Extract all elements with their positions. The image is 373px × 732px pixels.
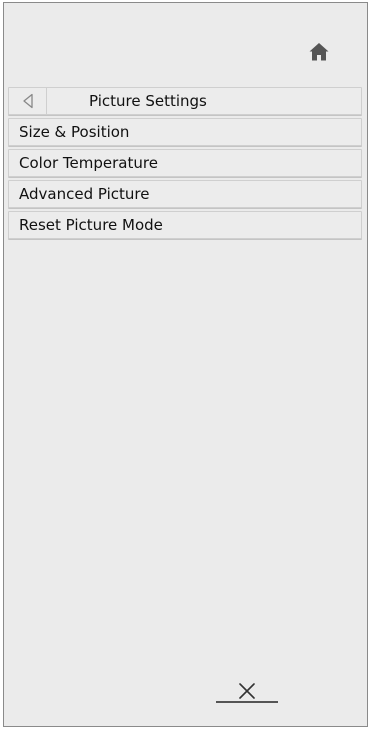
home-icon bbox=[309, 43, 329, 61]
settings-menu: Picture Settings Size & Position Color T… bbox=[8, 87, 362, 242]
menu-item-reset-picture-mode[interactable]: Reset Picture Mode bbox=[8, 211, 362, 239]
settings-panel: Picture Settings Size & Position Color T… bbox=[3, 2, 368, 727]
menu-item-label: Reset Picture Mode bbox=[19, 216, 163, 234]
back-triangle-icon bbox=[22, 93, 33, 109]
close-icon bbox=[239, 683, 255, 699]
menu-item-label: Size & Position bbox=[19, 123, 130, 141]
home-button[interactable] bbox=[306, 41, 332, 63]
back-button[interactable] bbox=[9, 88, 47, 114]
menu-item-color-temperature[interactable]: Color Temperature bbox=[8, 149, 362, 177]
menu-item-label: Color Temperature bbox=[19, 154, 158, 172]
close-button[interactable] bbox=[216, 683, 278, 709]
menu-header: Picture Settings bbox=[8, 87, 362, 115]
close-underline bbox=[216, 701, 278, 703]
page-title: Picture Settings bbox=[89, 92, 207, 110]
menu-item-size-position[interactable]: Size & Position bbox=[8, 118, 362, 146]
menu-item-advanced-picture[interactable]: Advanced Picture bbox=[8, 180, 362, 208]
menu-item-label: Advanced Picture bbox=[19, 185, 150, 203]
